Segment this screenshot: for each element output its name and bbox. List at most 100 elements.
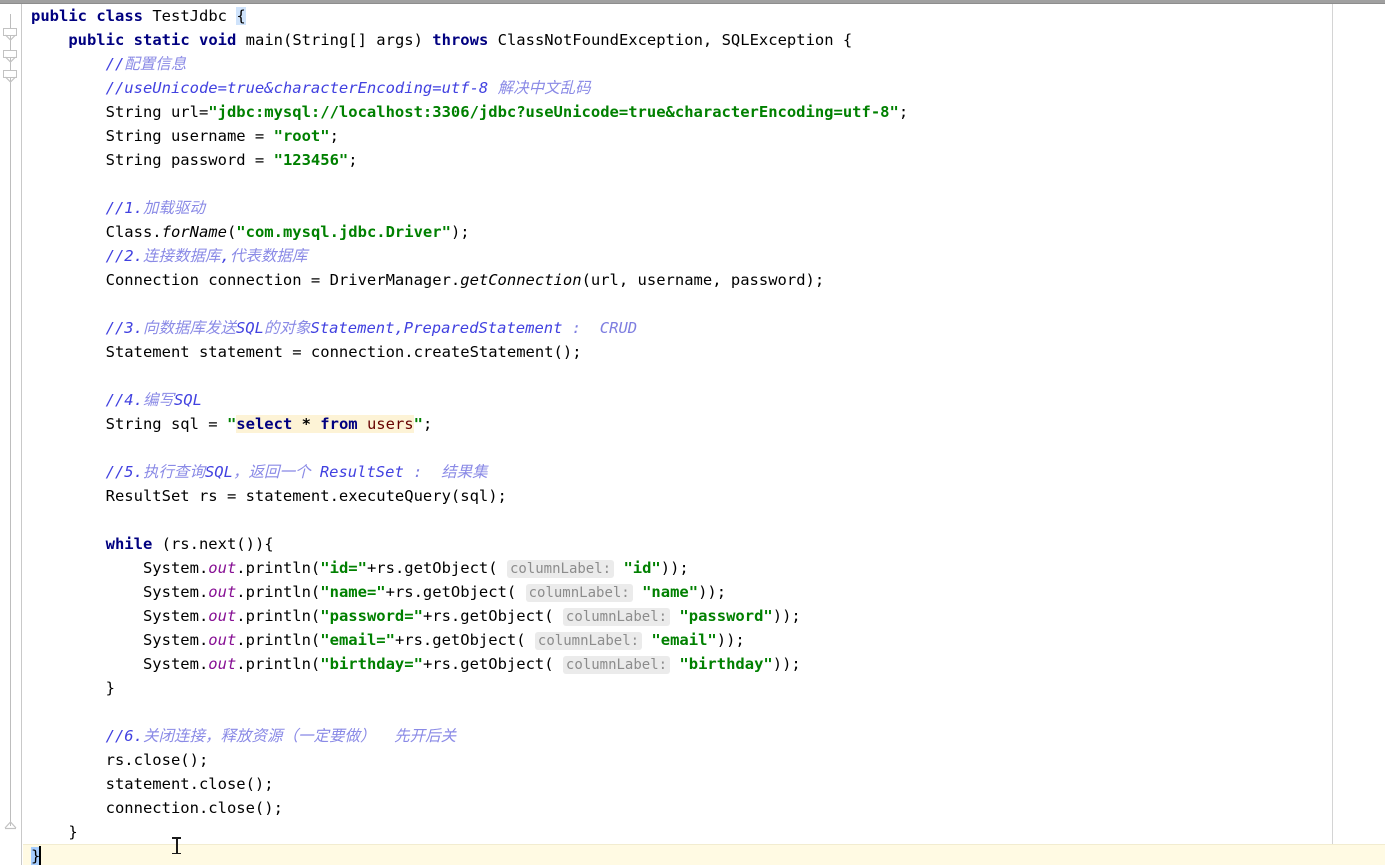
string-literal: "email" bbox=[651, 631, 717, 649]
comment-token: 结果集 bbox=[431, 463, 488, 481]
code-line[interactable]: String sql = "select * from users"; bbox=[105, 412, 433, 436]
right-margin-guide bbox=[1332, 4, 1333, 865]
string-literal: "id=" bbox=[320, 559, 367, 577]
code-token: )); bbox=[698, 583, 727, 601]
matched-brace: { bbox=[236, 7, 246, 25]
code-line[interactable]: Statement statement = connection.createS… bbox=[106, 340, 582, 364]
fold-end-icon[interactable] bbox=[3, 816, 17, 830]
string-literal: "password=" bbox=[320, 607, 423, 625]
parameter-hint: columnLabel: bbox=[534, 632, 643, 650]
fold-collapse-icon[interactable] bbox=[3, 28, 18, 43]
code-line[interactable]: statement.close(); bbox=[106, 772, 274, 796]
code-token: String username = bbox=[105, 127, 274, 145]
code-token: +rs.getObject( bbox=[366, 559, 507, 577]
code-line[interactable]: System.out.println("password="+rs.getObj… bbox=[143, 604, 801, 628]
caret-line-highlight bbox=[23, 844, 1385, 865]
comment-token: 先开后关 bbox=[384, 727, 457, 745]
code-token: } bbox=[105, 679, 115, 697]
code-line[interactable]: public static void main(String[] args) t… bbox=[68, 28, 852, 52]
code-line[interactable]: while (rs.next()){ bbox=[106, 532, 274, 556]
code-token: String sql = bbox=[105, 415, 227, 433]
comment-token: 配置信息 bbox=[124, 55, 187, 73]
comment-token: //3. bbox=[105, 319, 143, 337]
comment-token: //1. bbox=[105, 199, 143, 217]
code-token: TestJdbc bbox=[143, 7, 237, 25]
sql-token: users bbox=[366, 415, 414, 433]
code-token: )); bbox=[660, 559, 689, 577]
code-token: ; bbox=[422, 415, 433, 433]
comment-token: //useUnicode=true&characterEncoding=utf-… bbox=[105, 79, 498, 97]
string-literal: "birthday=" bbox=[320, 655, 423, 673]
code-line[interactable]: Connection connection = DriverManager.ge… bbox=[106, 268, 825, 292]
comment-token: // bbox=[105, 55, 125, 73]
code-line[interactable]: //useUnicode=true&characterEncoding=utf-… bbox=[106, 76, 591, 100]
code-line[interactable]: Class.forName("com.mysql.jdbc.Driver"); bbox=[106, 220, 470, 244]
editor-gutter[interactable] bbox=[0, 4, 22, 865]
code-editor[interactable]: public class TestJdbc {public static voi… bbox=[0, 0, 1385, 865]
code-line[interactable]: //2.连接数据库,代表数据库 bbox=[106, 244, 308, 268]
comment-token: Statement,PreparedStatement bbox=[310, 319, 572, 337]
string-literal: "password" bbox=[679, 607, 773, 625]
string-literal: "email=" bbox=[320, 631, 395, 649]
string-literal: "id" bbox=[623, 559, 661, 577]
code-line[interactable]: String username = "root"; bbox=[106, 124, 339, 148]
sql-token: * bbox=[292, 415, 321, 433]
code-line[interactable]: System.out.println("email="+rs.getObject… bbox=[143, 628, 745, 652]
code-token: System. bbox=[142, 631, 209, 649]
string-literal: "root" bbox=[273, 127, 330, 145]
parameter-hint: columnLabel: bbox=[525, 584, 633, 602]
code-line[interactable]: rs.close(); bbox=[106, 748, 209, 772]
code-token: ; bbox=[898, 103, 909, 121]
code-line[interactable]: ResultSet rs = statement.executeQuery(sq… bbox=[106, 484, 507, 508]
code-line[interactable]: public class TestJdbc { bbox=[31, 4, 246, 28]
keyword-token: throws bbox=[432, 31, 489, 49]
code-line[interactable]: //5.执行查询SQL，返回一个 ResultSet : 结果集 bbox=[106, 460, 488, 484]
code-line[interactable]: //6.关闭连接，释放资源（一定要做） 先开后关 bbox=[106, 724, 457, 748]
code-surface[interactable]: public class TestJdbc {public static voi… bbox=[23, 4, 1385, 865]
code-line[interactable]: } bbox=[31, 844, 42, 865]
comment-token: //6. bbox=[105, 727, 143, 745]
code-line[interactable]: String password = "123456"; bbox=[106, 148, 358, 172]
code-token: (url, username, password); bbox=[581, 271, 825, 289]
code-token: ); bbox=[450, 223, 470, 241]
code-token: +rs.getObject( bbox=[422, 607, 563, 625]
code-token: main(String[] args) bbox=[236, 31, 433, 49]
code-token: Statement statement = connection.createS… bbox=[105, 343, 582, 361]
code-line[interactable]: } bbox=[106, 676, 115, 700]
comment-token: , bbox=[220, 247, 230, 265]
code-line[interactable]: System.out.println("name="+rs.getObject(… bbox=[143, 580, 726, 604]
comment-token: ResultSet bbox=[319, 463, 414, 481]
code-line[interactable]: //3.向数据库发送SQL的对象Statement,PreparedStatem… bbox=[106, 316, 638, 340]
parameter-hint: columnLabel: bbox=[562, 656, 671, 674]
code-token: .println( bbox=[236, 583, 321, 601]
string-literal: "name=" bbox=[320, 583, 386, 601]
code-token: System. bbox=[142, 607, 209, 625]
comment-token: 关闭连接，释放资源（一定要做） bbox=[142, 727, 385, 745]
code-token: Connection connection = DriverManager. bbox=[105, 271, 461, 289]
comment-token: 加载驱动 bbox=[142, 199, 205, 217]
fold-collapse-icon[interactable] bbox=[3, 70, 18, 85]
code-line[interactable]: //1.加载驱动 bbox=[106, 196, 205, 220]
code-token: out bbox=[208, 655, 237, 673]
code-line[interactable]: //配置信息 bbox=[106, 52, 187, 76]
comment-token: //2. bbox=[105, 247, 143, 265]
code-token: getConnection bbox=[460, 271, 582, 289]
string-literal: "birthday" bbox=[679, 655, 773, 673]
code-token: out bbox=[208, 607, 237, 625]
fold-collapse-icon[interactable] bbox=[3, 50, 18, 65]
code-line[interactable]: String url="jdbc:mysql://localhost:3306/… bbox=[106, 100, 909, 124]
code-line[interactable]: //4.编写SQL bbox=[106, 388, 202, 412]
code-line[interactable]: connection.close(); bbox=[106, 796, 283, 820]
sql-token: from bbox=[320, 415, 358, 433]
comment-token: 编写 bbox=[142, 391, 174, 409]
code-line[interactable]: } bbox=[68, 820, 77, 844]
code-line[interactable]: System.out.println("birthday="+rs.getObj… bbox=[143, 652, 801, 676]
comment-token: 解决中文乱码 bbox=[497, 79, 591, 97]
code-token: System. bbox=[142, 655, 209, 673]
injected-sql-fragment: select * from users bbox=[236, 415, 414, 433]
code-line[interactable]: System.out.println("id="+rs.getObject( c… bbox=[143, 556, 689, 580]
comment-token: //4. bbox=[105, 391, 143, 409]
